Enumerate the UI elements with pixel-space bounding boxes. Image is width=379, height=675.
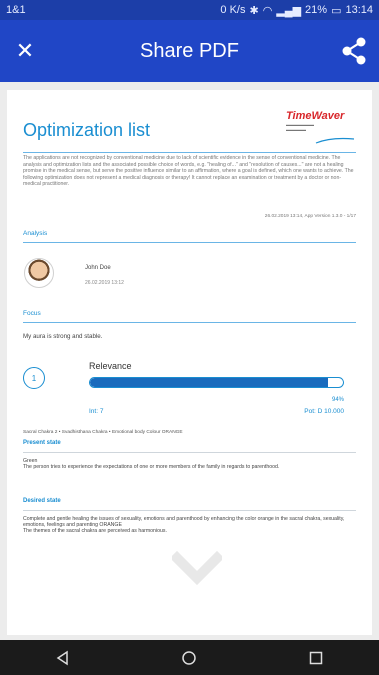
chakra-line: Sacral Chakra 2 • Svadhisthana Chakra • … <box>23 430 183 435</box>
bluetooth-icon: ✱ <box>249 4 259 17</box>
present-state-title: Present state <box>23 440 61 446</box>
back-icon[interactable] <box>43 640 83 675</box>
page-title: Share PDF <box>140 39 239 62</box>
status-right: 0 K/s ✱ ◠ ▂▄▆ 21% ▭ 13:14 <box>220 4 373 17</box>
int-label: Int: 7 <box>89 408 104 415</box>
recents-icon[interactable] <box>296 640 336 675</box>
network-speed: 0 K/s <box>220 4 246 16</box>
present-state-text: Green The person tries to experience the… <box>23 458 280 471</box>
focus-label: Focus <box>23 310 41 317</box>
header-divider <box>23 152 356 153</box>
wifi-icon: ◠ <box>262 4 273 17</box>
focus-divider <box>23 322 356 323</box>
app-bar: ✕ Share PDF <box>0 20 379 82</box>
carrier-label: 1&1 <box>6 4 26 16</box>
relevance-label: Relevance <box>89 361 132 371</box>
person-date: 26.02.2019 13:12 <box>85 280 124 286</box>
avatar <box>24 258 54 288</box>
document-title: Optimization list <box>23 120 151 140</box>
person-name: John Doe <box>85 265 111 271</box>
analysis-divider <box>23 242 356 243</box>
disclaimer-text: The applications are not recognized by c… <box>23 155 354 187</box>
signal-icon: ▂▄▆ <box>276 4 302 17</box>
desired-state-text: Complete and gentle healing the issues o… <box>23 516 345 535</box>
date-version-line: 26.02.2019 13:14, App Version 1.3.0 - 1/… <box>264 214 356 219</box>
battery-icon: ▭ <box>331 4 342 17</box>
home-icon[interactable] <box>169 640 209 675</box>
close-icon[interactable]: ✕ <box>0 20 50 82</box>
analysis-label: Analysis <box>23 230 48 237</box>
desired-state-title: Desired state <box>23 498 61 504</box>
status-bar: 1&1 0 K/s ✱ ◠ ▂▄▆ 21% ▭ 13:14 <box>0 0 379 20</box>
desired-state-divider <box>23 510 356 511</box>
pot-label: Pot: D 10.000 <box>304 408 344 415</box>
relevance-percent: 94% <box>331 397 344 403</box>
pdf-page: Optimization list TimeWaver ▬▬▬▬▬▬▬ ▬▬▬▬▬… <box>7 90 372 635</box>
pdf-preview-area[interactable]: Optimization list TimeWaver ▬▬▬▬▬▬▬ ▬▬▬▬▬… <box>0 82 379 640</box>
scroll-down-chevron-icon[interactable] <box>172 550 222 590</box>
relevance-bar-fill <box>90 378 328 387</box>
present-state-divider <box>23 452 356 453</box>
share-icon[interactable] <box>329 20 379 82</box>
document-header: Optimization list TimeWaver ▬▬▬▬▬▬▬ ▬▬▬▬▬ <box>23 110 356 156</box>
system-nav-bar <box>0 640 379 675</box>
timewaver-logo: TimeWaver ▬▬▬▬▬▬▬ ▬▬▬▬▬ <box>286 110 356 144</box>
battery-percent: 21% <box>305 4 328 16</box>
focus-text: My aura is strong and stable. <box>23 333 103 340</box>
item-number-badge: 1 <box>23 367 45 389</box>
relevance-bar <box>89 377 344 388</box>
clock: 13:14 <box>345 4 373 16</box>
